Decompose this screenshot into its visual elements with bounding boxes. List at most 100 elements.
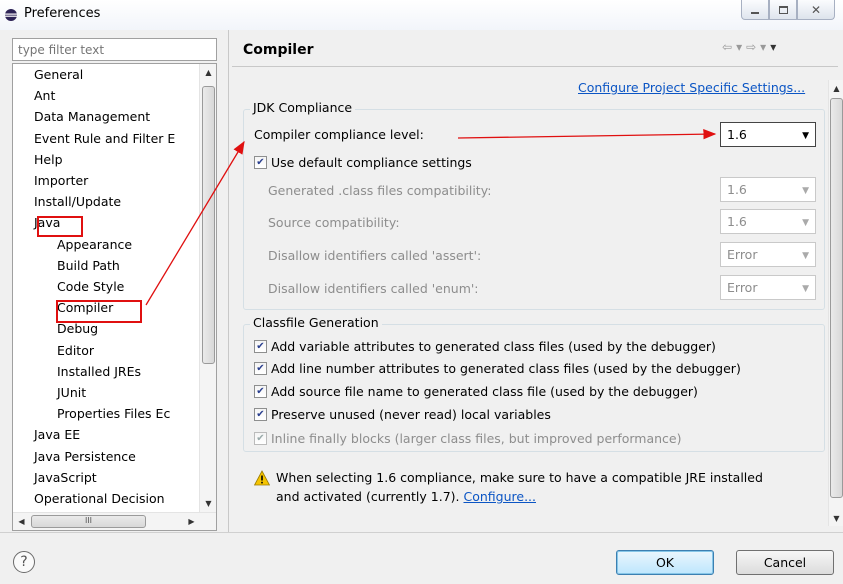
add-source-file-name-checkbox[interactable]: ✔ Add source file name to generated clas…	[254, 384, 698, 399]
checkbox-check-icon: ✔	[254, 432, 267, 445]
forward-menu-icon[interactable]: ▾	[760, 40, 766, 54]
history-navigation: ⇦ ▾ ⇨ ▾ ▾	[722, 40, 776, 54]
forward-arrow-icon[interactable]: ⇨	[746, 40, 756, 54]
java-highlight-box	[37, 216, 83, 237]
dropdown-arrow-icon: ▼	[802, 218, 809, 228]
page-vertical-scrollbar[interactable]: ▲ ▼	[828, 80, 843, 526]
source-compat-label: Source compatibility:	[268, 215, 400, 230]
disallow-assert-select[interactable]: Error ▼	[720, 242, 816, 267]
checkbox-check-icon: ✔	[254, 385, 267, 398]
scroll-up-arrow-icon[interactable]: ▲	[829, 80, 843, 96]
tree-item-install-update[interactable]: Install/Update	[34, 192, 121, 212]
page-title: Compiler	[243, 42, 314, 58]
tree-item-java-persistence[interactable]: Java Persistence	[34, 447, 136, 467]
close-button[interactable]: ✕	[797, 0, 835, 20]
tree-item-properties-files-ec[interactable]: Properties Files Ec	[57, 404, 170, 424]
dropdown-arrow-icon: ▼	[802, 251, 809, 261]
warning-text-line2: and activated (currently 1.7).	[276, 489, 464, 504]
tree-item-installed-jres[interactable]: Installed JREs	[57, 362, 141, 382]
disallow-assert-value: Error	[727, 247, 758, 262]
dropdown-arrow-icon: ▼	[802, 186, 809, 196]
scroll-down-arrow-icon[interactable]: ▼	[829, 510, 843, 526]
scroll-thumb[interactable]	[202, 86, 215, 364]
checkbox-check-icon: ✔	[254, 408, 267, 421]
checkbox-label: Add line number attributes to generated …	[271, 361, 741, 376]
add-variable-attributes-checkbox[interactable]: ✔ Add variable attributes to generated c…	[254, 339, 716, 354]
back-arrow-icon[interactable]: ⇦	[722, 40, 732, 54]
scroll-down-arrow-icon[interactable]: ▼	[200, 495, 216, 512]
button-bar-separator	[0, 532, 843, 533]
checkbox-check-icon: ✔	[254, 362, 267, 375]
configure-jre-link[interactable]: Configure...	[463, 489, 536, 504]
tree-item-event-rule-and-filter-e[interactable]: Event Rule and Filter E	[34, 129, 175, 149]
scroll-thumb[interactable]	[830, 98, 843, 498]
close-icon: ✕	[810, 2, 822, 17]
add-line-number-attributes-checkbox[interactable]: ✔ Add line number attributes to generate…	[254, 361, 741, 376]
disallow-assert-label: Disallow identifiers called 'assert':	[268, 248, 482, 263]
dropdown-arrow-icon: ▼	[802, 131, 809, 141]
title-bar: Preferences ✕	[0, 0, 843, 30]
jdk-compliance-group-label: JDK Compliance	[250, 100, 356, 115]
tree-item-operational-decision[interactable]: Operational Decision	[34, 489, 165, 509]
disallow-enum-label: Disallow identifiers called 'enum':	[268, 281, 479, 296]
generated-class-compat-select[interactable]: 1.6 ▼	[720, 177, 816, 202]
source-compat-select[interactable]: 1.6 ▼	[720, 209, 816, 234]
disallow-enum-select[interactable]: Error ▼	[720, 275, 816, 300]
maximize-icon	[778, 5, 788, 14]
warning-text-line1: When selecting 1.6 compliance, make sure…	[276, 470, 763, 485]
compiler-highlight-box	[56, 300, 142, 323]
use-default-compliance-checkbox[interactable]: ✔ Use default compliance settings	[254, 155, 472, 170]
tree-item-code-style[interactable]: Code Style	[57, 277, 124, 297]
checkbox-label: Add variable attributes to generated cla…	[271, 339, 716, 354]
tree-item-appearance[interactable]: Appearance	[57, 235, 132, 255]
dropdown-arrow-icon: ▼	[802, 284, 809, 294]
compliance-warning: When selecting 1.6 compliance, make sure…	[276, 468, 816, 506]
filter-input[interactable]	[12, 38, 217, 61]
minimize-button[interactable]	[741, 0, 769, 20]
tree-item-importer[interactable]: Importer	[34, 171, 88, 191]
tree-item-javascript[interactable]: JavaScript	[34, 468, 97, 488]
generated-class-compat-label: Generated .class files compatibility:	[268, 183, 492, 198]
eclipse-icon	[5, 9, 17, 21]
sash[interactable]	[228, 30, 229, 532]
scroll-up-arrow-icon[interactable]: ▲	[200, 64, 216, 81]
tree-item-general[interactable]: General	[34, 65, 83, 85]
inline-finally-blocks-checkbox[interactable]: ✔ Inline finally blocks (larger class fi…	[254, 431, 682, 446]
cancel-button[interactable]: Cancel	[736, 550, 834, 575]
window-title: Preferences	[24, 6, 101, 21]
source-compat-value: 1.6	[727, 214, 747, 229]
compliance-level-value: 1.6	[727, 127, 747, 142]
tree-item-data-management[interactable]: Data Management	[34, 107, 150, 127]
checkbox-check-icon: ✔	[254, 340, 267, 353]
checkbox-label: Inline finally blocks (larger class file…	[271, 431, 682, 446]
classfile-generation-group-label: Classfile Generation	[250, 315, 382, 330]
tree-vertical-scrollbar[interactable]: ▲ ▼	[199, 64, 216, 512]
scroll-thumb[interactable]: III	[31, 515, 146, 528]
tree-item-help[interactable]: Help	[34, 150, 63, 170]
configure-project-settings-link[interactable]: Configure Project Specific Settings...	[578, 80, 805, 95]
use-default-compliance-label: Use default compliance settings	[271, 155, 472, 170]
tree-horizontal-scrollbar[interactable]: ◀ III ▶	[13, 512, 216, 530]
scroll-right-arrow-icon[interactable]: ▶	[183, 513, 200, 530]
preserve-unused-variables-checkbox[interactable]: ✔ Preserve unused (never read) local var…	[254, 407, 551, 422]
scroll-left-arrow-icon[interactable]: ◀	[13, 513, 30, 530]
preferences-tree[interactable]: ▲ ▼ ◀ III ▶ General Ant Data Management Eve…	[12, 63, 217, 531]
maximize-button[interactable]	[769, 0, 797, 20]
compliance-level-select[interactable]: 1.6 ▼	[720, 122, 816, 147]
view-menu-icon[interactable]: ▾	[770, 40, 776, 54]
warning-icon	[254, 470, 270, 486]
back-menu-icon[interactable]: ▾	[736, 40, 742, 54]
generated-class-compat-value: 1.6	[727, 182, 747, 197]
tree-item-build-path[interactable]: Build Path	[57, 256, 120, 276]
tree-item-junit[interactable]: JUnit	[57, 383, 86, 403]
help-button[interactable]: ?	[13, 551, 35, 573]
help-icon: ?	[20, 554, 28, 570]
checkbox-check-icon: ✔	[254, 156, 267, 169]
tree-item-ant[interactable]: Ant	[34, 86, 55, 106]
ok-button[interactable]: OK	[616, 550, 714, 575]
tree-item-java-ee[interactable]: Java EE	[34, 425, 80, 445]
disallow-enum-value: Error	[727, 280, 758, 295]
checkbox-label: Preserve unused (never read) local varia…	[271, 407, 551, 422]
compliance-level-label: Compiler compliance level:	[254, 127, 424, 142]
tree-item-editor[interactable]: Editor	[57, 341, 94, 361]
